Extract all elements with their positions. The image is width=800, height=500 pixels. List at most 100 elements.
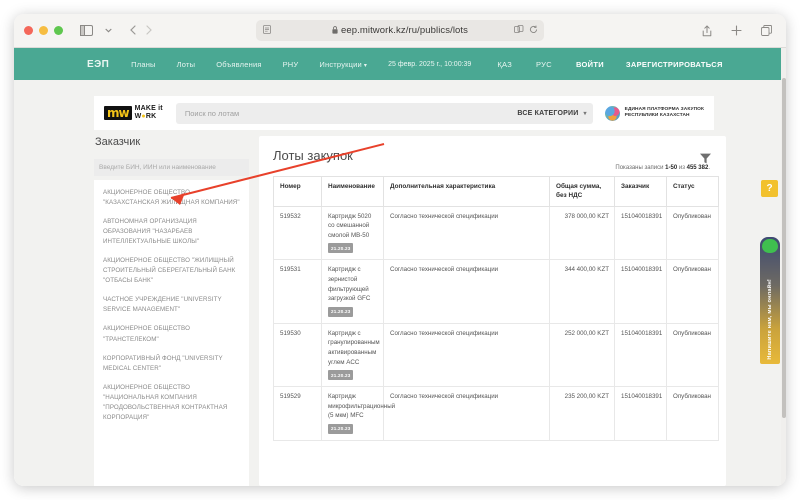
table-row[interactable]: 519532 Картридж 5020 со смешанной смолой… bbox=[273, 205, 719, 261]
lot-name: Картридж с зернистой фильтрующей загрузк… bbox=[328, 266, 371, 303]
window-controls[interactable] bbox=[24, 26, 63, 35]
chevron-down-icon: ▾ bbox=[583, 110, 587, 117]
list-item[interactable]: АКЦИОНЕРНОЕ ОБЩЕСТВО "ТРАНСТЕЛЕКОМ" bbox=[103, 324, 240, 344]
nav-item-loty[interactable]: Лоты bbox=[177, 60, 196, 69]
cell-name[interactable]: Картридж микрофильтрационный (5 мкм) MFC… bbox=[321, 386, 395, 442]
address-bar[interactable]: eep.mitwork.kz/ru/publics/lots bbox=[256, 20, 544, 41]
list-item[interactable]: АКЦИОНЕРНОЕ ОБЩЕСТВО "НАЦИОНАЛЬНАЯ КОМПА… bbox=[103, 383, 240, 423]
cell-number[interactable]: 519532 bbox=[273, 205, 322, 261]
table-row[interactable]: 519531 Картридж с зернистой фильтрующей … bbox=[273, 259, 719, 324]
cell-name[interactable]: Картридж с гранулированным активированны… bbox=[321, 322, 384, 388]
list-item[interactable]: КОРПОРАТИВНЫЙ ФОНД "UNIVERSITY MEDICAL C… bbox=[103, 354, 240, 374]
extensions-icon[interactable] bbox=[514, 25, 524, 36]
column-header-harakteristika[interactable]: Дополнительная характеристика bbox=[383, 176, 550, 207]
cell-sum: 378 000,00 KZT bbox=[549, 205, 615, 261]
table-row[interactable]: 519529 Картридж микрофильтрационный (5 м… bbox=[273, 386, 719, 442]
search-input[interactable] bbox=[184, 108, 425, 118]
chat-widget-tab[interactable]: Напишите нам, мы онлайн! bbox=[760, 237, 780, 364]
cell-characteristic: Согласно технической спецификации bbox=[383, 322, 550, 388]
lot-name: Картридж 5020 со смешанной смолой МВ-50 bbox=[328, 212, 372, 239]
content-area: mw MAKE it W●RK ВСЕ КАТЕГОРИИ ▾ bbox=[14, 80, 786, 486]
nav-item-instrukcii-label: Инструкции bbox=[319, 59, 362, 69]
cell-number[interactable]: 519530 bbox=[273, 322, 322, 388]
records-count: Показаны записи 1-50 из 455 382. bbox=[273, 165, 712, 171]
language-switch-kz[interactable]: ҚАЗ bbox=[497, 60, 512, 69]
column-header-zakazchik[interactable]: Заказчик bbox=[614, 176, 667, 207]
login-button[interactable]: ВОЙТИ bbox=[576, 60, 604, 69]
filter-icon[interactable] bbox=[699, 152, 712, 170]
organization-list[interactable]: АКЦИОНЕРНОЕ ОБЩЕСТВО "КАЗАХСТАНСКАЯ ЖИЛИ… bbox=[94, 180, 249, 486]
table-header: Номер Наименование Дополнительная характ… bbox=[273, 176, 719, 207]
maximize-window-button[interactable] bbox=[54, 26, 63, 35]
status-badge: 21.20.23 bbox=[328, 370, 354, 381]
column-header-summa[interactable]: Общая сумма, без НДС bbox=[549, 176, 615, 207]
bin-search-input[interactable] bbox=[94, 159, 249, 176]
share-icon[interactable] bbox=[697, 21, 716, 40]
cell-name[interactable]: Картридж с зернистой фильтрующей загрузк… bbox=[321, 259, 384, 324]
site-navigation-bar: ЕЭП Планы Лоты Объявления РНУ Инструкции… bbox=[14, 48, 786, 80]
cell-number[interactable]: 519531 bbox=[273, 259, 322, 324]
cell-sum: 252 000,00 KZT bbox=[549, 322, 615, 388]
cell-status: Опубликован bbox=[666, 322, 719, 388]
nav-item-obyavleniya[interactable]: Объявления bbox=[216, 60, 261, 69]
list-item[interactable]: АВТОНОМНАЯ ОРГАНИЗАЦИЯ ОБРАЗОВАНИЯ "НАЗА… bbox=[103, 217, 240, 247]
server-datetime: 25 февр. 2025 г., 10:00:39 bbox=[388, 60, 472, 68]
tab-overview-icon[interactable] bbox=[757, 21, 776, 40]
column-header-naimenovanie[interactable]: Наименование bbox=[321, 176, 384, 207]
language-switch-ru[interactable]: РУС bbox=[536, 60, 552, 69]
page-scrollbar-thumb[interactable] bbox=[781, 78, 786, 418]
table-row[interactable]: 519530 Картридж с гранулированным активи… bbox=[273, 322, 719, 388]
sidebar-toggle-icon[interactable] bbox=[77, 21, 96, 40]
browser-window: eep.mitwork.kz/ru/publics/lots ЕЭП Планы… bbox=[14, 14, 786, 486]
platform-line-2: РЕСПУБЛИКИ КАЗАХСТАН bbox=[624, 113, 690, 118]
cell-name[interactable]: Картридж 5020 со смешанной смолой МВ-50 … bbox=[321, 205, 384, 261]
cell-status: Опубликован bbox=[666, 205, 719, 261]
status-badge: 21.20.23 bbox=[328, 243, 354, 254]
logo-mark: mw bbox=[104, 105, 132, 121]
category-dropdown-label: ВСЕ КАТЕГОРИИ bbox=[517, 109, 579, 117]
back-arrow-icon[interactable] bbox=[130, 24, 136, 37]
search-header-band: mw MAKE it W●RK ВСЕ КАТЕГОРИИ ▾ bbox=[94, 96, 714, 130]
help-button[interactable]: ? bbox=[761, 180, 778, 197]
records-range: 1-50 bbox=[665, 165, 678, 171]
chevron-down-icon[interactable] bbox=[99, 21, 118, 40]
logo-rk: RK bbox=[145, 113, 157, 120]
platform-line-1: ЕДИНАЯ ПЛАТФОРМА ЗАКУПОК bbox=[624, 106, 704, 112]
close-window-button[interactable] bbox=[24, 26, 33, 35]
lots-table: Номер Наименование Дополнительная характ… bbox=[273, 176, 719, 442]
cell-characteristic: Согласно технической спецификации bbox=[383, 205, 550, 261]
category-dropdown[interactable]: ВСЕ КАТЕГОРИИ ▾ bbox=[517, 110, 586, 117]
list-item[interactable]: АКЦИОНЕРНОЕ ОБЩЕСТВО "ЖИЛИЩНЫЙ СТРОИТЕЛЬ… bbox=[103, 256, 240, 286]
makeitwork-logo[interactable]: mw MAKE it W●RK bbox=[104, 105, 163, 121]
minimize-window-button[interactable] bbox=[39, 26, 48, 35]
status-badge: 21.20.23 bbox=[328, 424, 354, 434]
new-tab-icon[interactable] bbox=[727, 21, 746, 40]
nav-item-plany[interactable]: Планы bbox=[131, 60, 155, 69]
list-item[interactable]: АКЦИОНЕРНОЕ ОБЩЕСТВО "КАЗАХСТАНСКАЯ ЖИЛИ… bbox=[103, 188, 240, 208]
page-scrollbar[interactable] bbox=[781, 48, 786, 486]
records-prefix: Показаны записи bbox=[615, 165, 666, 171]
cell-number[interactable]: 519529 bbox=[273, 386, 322, 442]
chat-widget-label: Напишите нам, мы онлайн! bbox=[767, 279, 773, 360]
records-mid: из bbox=[677, 165, 687, 171]
site-brand-logo[interactable]: ЕЭП bbox=[87, 59, 109, 70]
platform-logo-icon bbox=[604, 105, 620, 121]
column-header-nomer[interactable]: Номер bbox=[273, 176, 322, 207]
cell-characteristic: Согласно технической спецификации bbox=[383, 386, 550, 442]
chevron-down-icon: ▾ bbox=[363, 62, 368, 69]
url-text: eep.mitwork.kz/ru/publics/lots bbox=[340, 25, 469, 36]
reload-icon[interactable] bbox=[529, 25, 538, 36]
nav-item-rnu[interactable]: РНУ bbox=[283, 60, 299, 69]
page-viewport: ЕЭП Планы Лоты Объявления РНУ Инструкции… bbox=[14, 48, 786, 486]
logo-line-2: W●RK bbox=[135, 113, 157, 120]
nav-item-instrukcii[interactable]: Инструкции ▾ bbox=[319, 60, 367, 69]
logo-line-1: MAKE it bbox=[134, 105, 163, 113]
column-header-status[interactable]: Статус bbox=[666, 176, 719, 207]
reader-view-icon[interactable] bbox=[263, 25, 271, 36]
list-item[interactable]: ЧАСТНОЕ УЧРЕЖДЕНИЕ "UNIVERSITY SERVICE M… bbox=[103, 295, 240, 315]
table-body: 519532 Картридж 5020 со смешанной смолой… bbox=[273, 205, 719, 442]
lot-search-box[interactable]: ВСЕ КАТЕГОРИИ ▾ bbox=[175, 102, 593, 124]
cell-characteristic: Согласно технической спецификации bbox=[383, 259, 550, 324]
register-button[interactable]: ЗАРЕГИСТРИРОВАТЬСЯ bbox=[626, 60, 723, 69]
cell-customer: 151040018391 bbox=[614, 322, 667, 388]
